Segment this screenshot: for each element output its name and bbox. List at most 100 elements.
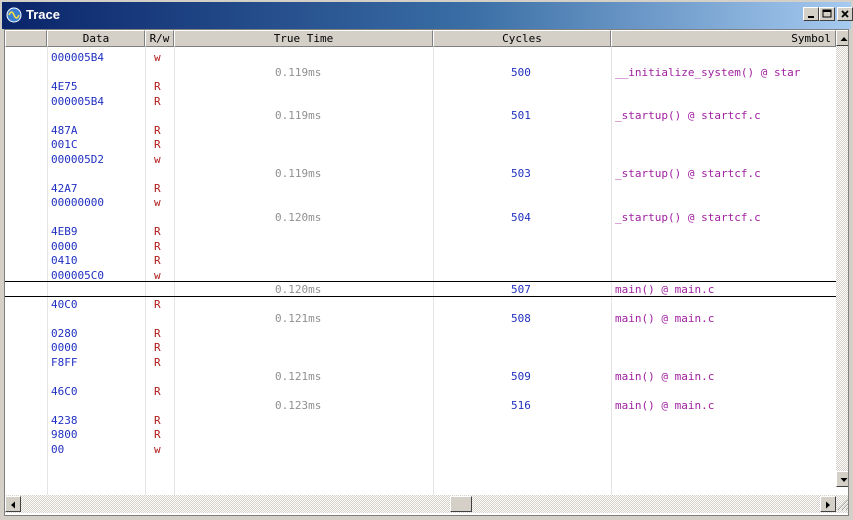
cell-data: 4238: [51, 414, 78, 427]
column-header-data[interactable]: Data: [47, 30, 145, 47]
column-header-rw[interactable]: R/w: [145, 30, 174, 47]
table-row[interactable]: 00 w: [5, 442, 836, 457]
scroll-left-arrow-icon: [11, 501, 15, 509]
maximize-icon: [822, 9, 832, 18]
cell-true-time: 0.119ms: [275, 66, 322, 79]
cell-cycles: 504: [511, 211, 531, 224]
table-row[interactable]: F8FF R: [5, 355, 836, 370]
cell-rw: R: [154, 80, 161, 93]
table-row[interactable]: 000005D2 w: [5, 152, 836, 167]
table-row[interactable]: 0280 R: [5, 326, 836, 341]
table-row[interactable]: 40C0 R: [5, 297, 836, 312]
column-header-cycles[interactable]: Cycles: [433, 30, 611, 47]
table-header: Data R/w True Time Cycles Symbol: [5, 30, 836, 47]
close-button[interactable]: [837, 7, 853, 21]
table-row[interactable]: 0.121ms 509 main() @ main.c: [5, 369, 836, 384]
table-row[interactable]: 0000 R: [5, 340, 836, 355]
cell-data: 00: [51, 443, 65, 456]
minimize-button[interactable]: [803, 7, 819, 21]
cell-data: F8FF: [51, 356, 78, 369]
cell-data: 000005B4: [51, 51, 104, 64]
cell-rw: w: [154, 196, 161, 209]
scroll-right-arrow-icon: [826, 501, 830, 509]
cell-data: 487A: [51, 124, 78, 137]
table-row[interactable]: 0.119ms 503 _startup() @ startcf.c: [5, 166, 836, 181]
column-header-symbol[interactable]: Symbol: [611, 30, 836, 47]
cell-data: 4EB9: [51, 225, 78, 238]
resize-grip-icon[interactable]: [836, 497, 849, 511]
cell-rw: R: [154, 138, 161, 151]
cell-cycles: 500: [511, 66, 531, 79]
table-row[interactable]: 46C0 R: [5, 384, 836, 399]
table-row[interactable]: 0000 R: [5, 239, 836, 254]
cell-data: 42A7: [51, 182, 78, 195]
cell-data: 000005D2: [51, 153, 104, 166]
table-row[interactable]: 0.119ms 501 _startup() @ startcf.c: [5, 108, 836, 123]
cell-true-time: 0.119ms: [275, 109, 322, 122]
cell-rw: R: [154, 385, 161, 398]
cell-rw: R: [154, 182, 161, 195]
cell-rw: R: [154, 341, 161, 354]
cell-symbol: _startup() @ startcf.c: [615, 167, 761, 180]
table-row[interactable]: 4238 R: [5, 413, 836, 428]
title-bar[interactable]: Trace: [2, 2, 853, 29]
trace-table: Data R/w True Time Cycles Symbol 000005B…: [4, 29, 849, 516]
table-row[interactable]: 0.119ms 500 __initialize_system() @ star: [5, 65, 836, 80]
cell-rw: R: [154, 95, 161, 108]
column-header-true-time[interactable]: True Time: [174, 30, 433, 47]
cell-data: 00000000: [51, 196, 104, 209]
scroll-up-button[interactable]: [836, 30, 848, 46]
cell-cycles: 501: [511, 109, 531, 122]
cell-true-time: 0.121ms: [275, 312, 322, 325]
maximize-button[interactable]: [819, 7, 835, 21]
cell-rw: R: [154, 327, 161, 340]
table-row[interactable]: 000005B4 R: [5, 94, 836, 109]
cell-rw: R: [154, 254, 161, 267]
table-row[interactable]: 4EB9 R: [5, 224, 836, 239]
scroll-down-arrow-icon: [840, 478, 848, 482]
table-row[interactable]: 0410 R: [5, 253, 836, 268]
cell-data: 4E75: [51, 80, 78, 93]
vertical-scrollbar[interactable]: [836, 30, 848, 487]
cell-cycles: 508: [511, 312, 531, 325]
table-row[interactable]: 0.120ms 504 _startup() @ startcf.c: [5, 210, 836, 225]
table-row[interactable]: 0.123ms 516 main() @ main.c: [5, 398, 836, 413]
table-row[interactable]: 00000000 w: [5, 195, 836, 210]
horizontal-scroll-thumb[interactable]: [450, 496, 472, 512]
trace-window: Trace Data R/w True Time Cycles Symbol 0…: [0, 0, 853, 520]
cell-true-time: 0.121ms: [275, 370, 322, 383]
column-header-marker[interactable]: [5, 30, 47, 47]
cell-true-time: 0.123ms: [275, 399, 322, 412]
cell-rw: R: [154, 225, 161, 238]
trace-app-icon: [6, 7, 22, 23]
table-row[interactable]: 0.121ms 508 main() @ main.c: [5, 311, 836, 326]
cell-rw: w: [154, 443, 161, 456]
table-row[interactable]: 000005B4 w: [5, 50, 836, 65]
cell-cycles: 507: [511, 283, 531, 296]
table-row[interactable]: 4E75 R: [5, 79, 836, 94]
table-row[interactable]: 9800 R: [5, 427, 836, 442]
scroll-right-button[interactable]: [820, 496, 836, 512]
table-row-selected[interactable]: 0.120ms 507 main() @ main.c: [5, 281, 836, 297]
cell-data: 46C0: [51, 385, 78, 398]
cell-cycles: 503: [511, 167, 531, 180]
cell-rw: w: [154, 51, 161, 64]
cell-rw: R: [154, 240, 161, 253]
cell-true-time: 0.120ms: [275, 211, 322, 224]
cell-rw: R: [154, 298, 161, 311]
cell-data: 40C0: [51, 298, 78, 311]
table-row[interactable]: 001C R: [5, 137, 836, 152]
cell-cycles: 516: [511, 399, 531, 412]
scroll-down-button[interactable]: [836, 471, 848, 487]
cell-symbol: _startup() @ startcf.c: [615, 109, 761, 122]
cell-symbol: main() @ main.c: [615, 399, 715, 412]
cell-symbol: main() @ main.c: [615, 283, 715, 296]
cell-rw: R: [154, 428, 161, 441]
table-row[interactable]: 487A R: [5, 123, 836, 138]
cell-true-time: 0.120ms: [275, 283, 322, 296]
cell-data: 0410: [51, 254, 78, 267]
scroll-left-button[interactable]: [5, 496, 21, 512]
horizontal-scrollbar[interactable]: [5, 495, 848, 513]
close-icon: [841, 10, 849, 18]
table-row[interactable]: 42A7 R: [5, 181, 836, 196]
